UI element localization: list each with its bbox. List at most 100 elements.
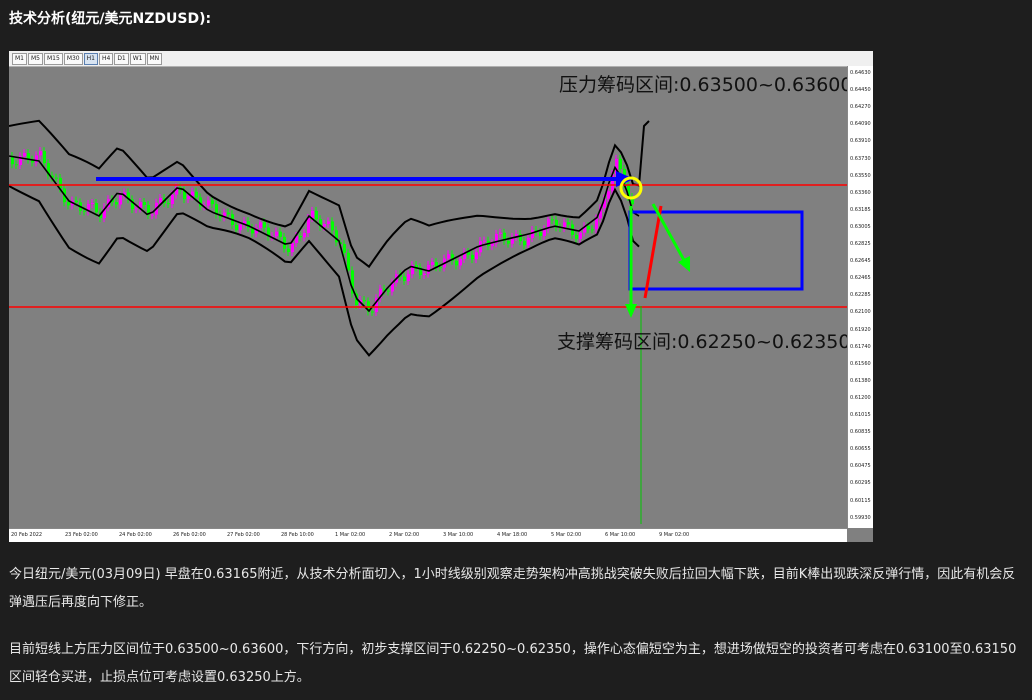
candle bbox=[39, 151, 42, 156]
time-tick-label: 20 Feb 2022 bbox=[11, 532, 43, 538]
candle bbox=[235, 224, 238, 231]
candle bbox=[259, 222, 262, 229]
time-tick-label: 1 Mar 02:00 bbox=[335, 532, 366, 538]
price-tick-label: 0.63360 bbox=[850, 189, 871, 196]
candle bbox=[67, 202, 70, 206]
timeframe-button-m30[interactable]: M30 bbox=[63, 52, 83, 65]
candle bbox=[227, 212, 230, 215]
resistance-zone-label: 压力筹码区间:0.63500~0.63600 bbox=[559, 74, 853, 96]
candle bbox=[423, 273, 426, 275]
candle bbox=[239, 224, 242, 231]
candle bbox=[331, 221, 334, 231]
candle bbox=[459, 258, 462, 266]
candle bbox=[579, 232, 582, 239]
timeframe-button-m15[interactable]: M15 bbox=[44, 52, 63, 65]
price-tick-label: 0.62465 bbox=[850, 275, 871, 282]
candle bbox=[23, 153, 26, 157]
candle bbox=[551, 219, 554, 221]
candle bbox=[115, 202, 118, 205]
timeframe-button-w1[interactable]: W1 bbox=[129, 52, 146, 65]
candle bbox=[403, 276, 406, 281]
price-tick-label: 0.64270 bbox=[850, 104, 871, 111]
time-tick-label: 24 Feb 02:00 bbox=[119, 532, 152, 538]
price-tick-label: 0.61740 bbox=[850, 343, 871, 350]
target-box bbox=[628, 210, 804, 291]
forex-chart: M1 M5 M15 M30 H1 H4 D1 W1 MN 压力筹码区间:0.63500~0.63… bbox=[9, 51, 873, 542]
candle bbox=[607, 191, 610, 199]
price-tick-label: 0.63185 bbox=[850, 206, 871, 213]
candle bbox=[347, 252, 350, 271]
price-tick-label: 0.64450 bbox=[850, 87, 871, 94]
time-tick-label: 5 Mar 02:00 bbox=[551, 532, 582, 538]
price-tick-label: 0.60115 bbox=[850, 497, 871, 504]
candle bbox=[507, 240, 510, 244]
candle bbox=[187, 196, 190, 200]
time-tick-label: 23 Feb 02:00 bbox=[65, 532, 98, 538]
timeframe-button-mn[interactable]: MN bbox=[146, 52, 163, 65]
candle bbox=[539, 232, 542, 236]
candle bbox=[15, 164, 18, 166]
candle bbox=[91, 203, 94, 205]
price-tick-label: 0.61560 bbox=[850, 360, 871, 367]
analysis-paragraph-1: 今日纽元/美元(03月09日) 早盘在0.63165附近，从技术分析面切入，1小… bbox=[9, 567, 1016, 610]
price-tick-label: 0.61015 bbox=[850, 412, 871, 418]
candle bbox=[323, 224, 326, 227]
candle bbox=[363, 299, 366, 302]
green-down-arrow-head bbox=[625, 304, 637, 318]
candle bbox=[307, 218, 310, 233]
candle bbox=[119, 195, 122, 205]
candle bbox=[371, 311, 374, 313]
price-tick-label: 0.61920 bbox=[850, 326, 871, 333]
time-tick-label: 6 Mar 10:00 bbox=[605, 532, 636, 538]
candle bbox=[195, 191, 198, 198]
red-rebound-arrow bbox=[643, 205, 663, 299]
price-tick-label: 0.62100 bbox=[850, 309, 871, 316]
candle bbox=[207, 200, 210, 206]
candle bbox=[407, 274, 410, 281]
price-tick-label: 0.59930 bbox=[850, 514, 871, 521]
candle bbox=[291, 242, 294, 253]
candle bbox=[327, 221, 330, 225]
candle bbox=[447, 254, 450, 259]
bollinger-upper-band bbox=[9, 119, 650, 269]
candle bbox=[591, 229, 594, 231]
page-heading: 技术分析(纽元/美元NZDUSD): bbox=[9, 11, 212, 27]
timeframe-button-m5[interactable]: M5 bbox=[28, 52, 43, 65]
candle bbox=[567, 222, 570, 225]
timeframe-button-d1[interactable]: D1 bbox=[114, 52, 129, 65]
timeframe-button-h1[interactable]: H1 bbox=[83, 52, 98, 65]
candle bbox=[595, 218, 598, 230]
price-plot bbox=[9, 119, 847, 524]
candles bbox=[11, 147, 634, 316]
candle bbox=[527, 237, 530, 246]
price-tick-label: 0.63730 bbox=[850, 155, 871, 162]
candle bbox=[315, 210, 318, 220]
candle bbox=[287, 248, 290, 253]
candle bbox=[151, 214, 154, 216]
candle bbox=[43, 151, 46, 164]
candle bbox=[83, 210, 86, 212]
candle bbox=[95, 203, 98, 213]
timeframe-button-h4[interactable]: H4 bbox=[98, 52, 114, 65]
price-tick-label: 0.60295 bbox=[850, 480, 871, 487]
candle bbox=[575, 234, 578, 239]
price-tick-label: 0.62825 bbox=[850, 241, 871, 247]
time-tick-label: 28 Feb 10:00 bbox=[281, 532, 314, 538]
price-tick-label: 0.60475 bbox=[850, 463, 871, 470]
time-tick-label: 4 Mar 18:00 bbox=[497, 532, 528, 538]
candle bbox=[343, 244, 346, 253]
candle bbox=[499, 232, 502, 234]
timeframe-toolbar: M1 M5 M15 M30 H1 H4 D1 W1 MN bbox=[9, 51, 873, 67]
candle bbox=[471, 254, 474, 260]
candle bbox=[587, 226, 590, 230]
candle bbox=[455, 260, 458, 266]
timeframe-button-m1[interactable]: M1 bbox=[12, 52, 27, 65]
time-tick-label: 3 Mar 10:00 bbox=[443, 532, 474, 538]
price-tick-label: 0.61200 bbox=[850, 394, 871, 401]
candle bbox=[491, 243, 494, 247]
candle bbox=[427, 264, 430, 274]
price-scale: 0.64630 0.64450 0.64270 0.64090 0.63910 0.637… bbox=[847, 66, 873, 528]
price-tick-label: 0.60835 bbox=[850, 429, 871, 436]
support-zone-label: 支撑筹码区间:0.62250~0.62350 bbox=[557, 331, 851, 353]
candle bbox=[275, 231, 278, 237]
